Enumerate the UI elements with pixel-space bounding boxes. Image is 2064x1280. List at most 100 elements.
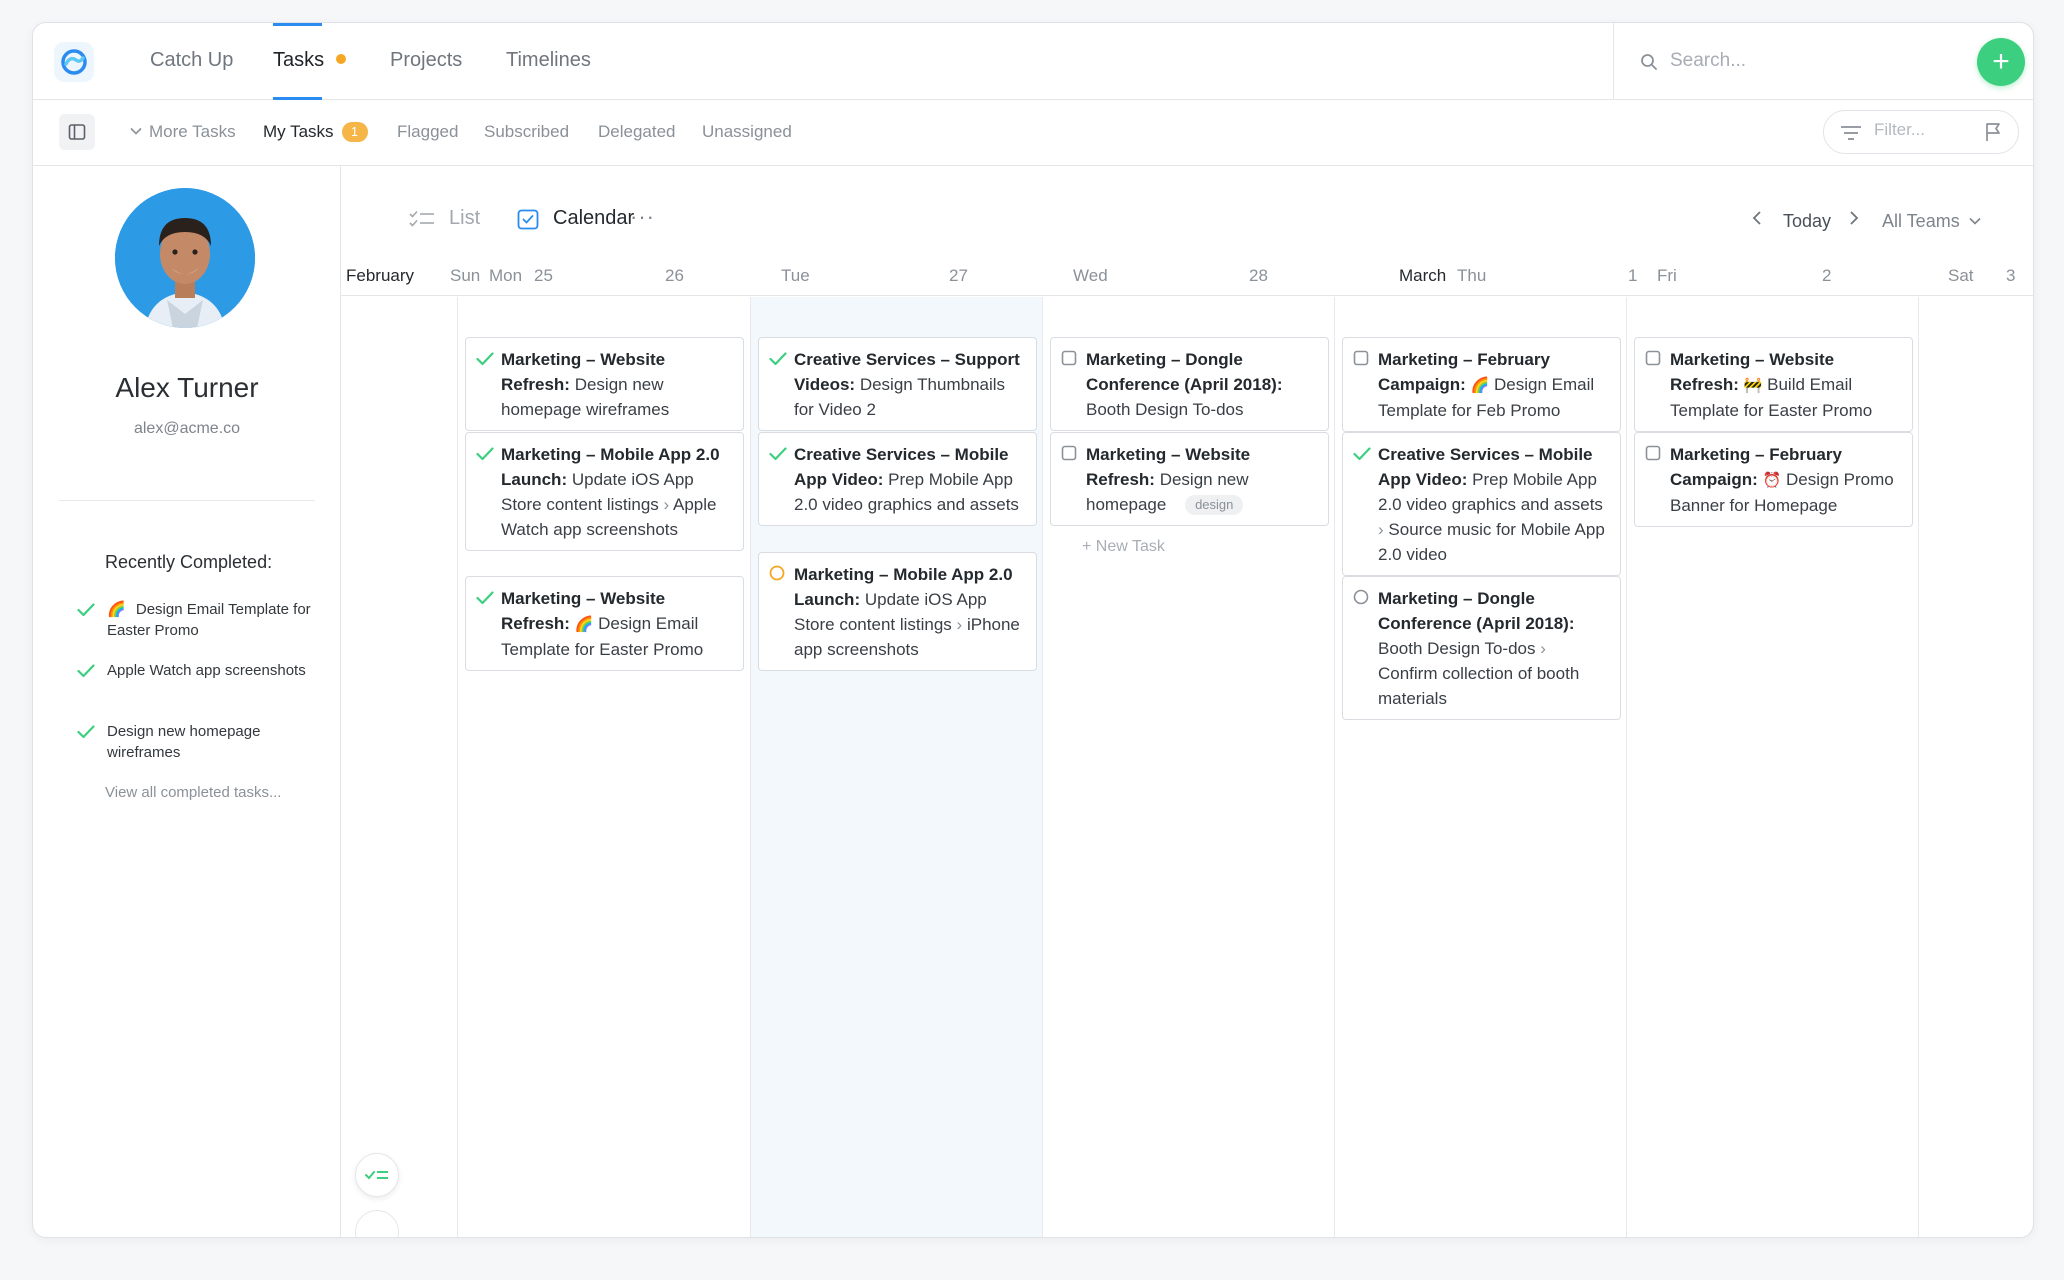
my-tasks-label: My Tasks <box>263 122 334 141</box>
plus-icon: + <box>1992 45 2010 78</box>
avatar[interactable] <box>115 188 255 328</box>
filter-unassigned[interactable]: Unassigned <box>702 122 792 142</box>
checkmark-icon[interactable] <box>476 447 494 461</box>
more-tasks-dropdown[interactable]: More Tasks <box>129 122 236 142</box>
task-card[interactable]: Marketing – February Campaign: 🌈 Design … <box>1342 337 1621 432</box>
tab-timelines[interactable]: Timelines <box>506 49 591 100</box>
task-title: Booth Design To-dos <box>1086 400 1244 419</box>
checkbox-icon[interactable] <box>1645 445 1661 461</box>
app-logo[interactable] <box>54 42 94 82</box>
checkmark-icon <box>77 603 95 617</box>
day-column-sat[interactable] <box>1919 297 2033 1237</box>
all-teams-dropdown[interactable]: All Teams <box>1882 211 1982 232</box>
chevron-right-icon: › <box>1378 520 1384 539</box>
task-card[interactable]: Marketing – February Campaign: ⏰ Design … <box>1634 432 1913 527</box>
task-filter-bar: More Tasks My Tasks 1 Flagged Subscribed … <box>33 100 2033 166</box>
chevron-right-icon: › <box>1540 639 1546 658</box>
checkbox-icon[interactable] <box>1061 445 1077 461</box>
tab-catch-up[interactable]: Catch Up <box>150 49 233 100</box>
calendar-check-icon <box>517 209 539 229</box>
construction-emoji: 🚧 <box>1743 377 1763 394</box>
profile-sidebar: Alex Turner alex@acme.co Recently Comple… <box>33 166 341 1237</box>
rainbow-emoji: 🌈 <box>1470 377 1490 394</box>
my-tasks-count-badge: 1 <box>341 122 368 142</box>
month-label: February <box>346 266 415 285</box>
sidebar-toggle-button[interactable] <box>59 114 95 150</box>
view-all-completed-link[interactable]: View all completed tasks... <box>105 784 281 801</box>
task-card[interactable]: Creative Services – Mobile App Video: Pr… <box>1342 432 1621 576</box>
filter-subscribed[interactable]: Subscribed <box>484 122 569 142</box>
task-card[interactable]: Marketing – Website Refresh: Design new … <box>465 337 744 431</box>
new-task-link[interactable]: + New Task <box>1082 538 1165 556</box>
show-completed-button[interactable] <box>355 1153 399 1197</box>
more-options-icon[interactable]: ··· <box>630 204 655 230</box>
task-card[interactable]: Creative Services – Mobile App Video: Pr… <box>758 432 1037 526</box>
date-label: 28 <box>1249 266 1268 285</box>
checkbox-icon[interactable] <box>1645 350 1661 366</box>
recent-completed-item[interactable]: 🌈 Design Email Template for Easter Promo <box>77 599 317 641</box>
swirl-logo-icon <box>61 49 87 75</box>
search-icon <box>1641 54 1657 70</box>
app-window: Catch Up Tasks Projects Timelines + More… <box>32 22 2034 1238</box>
task-card[interactable]: Marketing – Website Refresh: 🌈 Design Em… <box>465 576 744 671</box>
date-label: 25 <box>534 266 553 285</box>
task-card[interactable]: Marketing – Website Refresh: 🚧 Build Ema… <box>1634 337 1913 432</box>
filter-flagged[interactable]: Flagged <box>397 122 458 142</box>
checkmark-icon[interactable] <box>769 352 787 366</box>
recent-item-text: Apple Watch app screenshots <box>107 662 306 679</box>
filter-input[interactable] <box>1874 120 1974 140</box>
checkmark-icon[interactable] <box>476 352 494 366</box>
calendar-header: February Sun Mon 25 26 Tue 27 Wed 28 Mar… <box>341 266 2033 296</box>
add-button[interactable]: + <box>1977 38 2025 86</box>
tab-projects[interactable]: Projects <box>390 49 462 100</box>
weekday-label: Wed <box>1073 266 1108 285</box>
task-card[interactable]: Marketing – Dongle Conference (April 201… <box>1050 337 1329 431</box>
chevron-left-icon[interactable] <box>1751 210 1763 226</box>
task-title: Booth Design To-dos <box>1378 639 1536 658</box>
alarm-clock-emoji: ⏰ <box>1762 472 1782 489</box>
checkbox-icon[interactable] <box>1061 350 1077 366</box>
date-label: 3 <box>2006 266 2016 285</box>
subtask-title: Confirm collection of booth materials <box>1378 664 1580 708</box>
today-button[interactable]: Today <box>1783 211 1831 232</box>
checkmark-icon[interactable] <box>1353 447 1371 461</box>
date-label: 26 <box>665 266 684 285</box>
search-input[interactable] <box>1670 45 1930 77</box>
recent-item-text: Design new homepage wireframes <box>107 723 261 761</box>
month-label: March <box>1399 266 1447 285</box>
chevron-down-icon <box>1969 217 1981 225</box>
flag-icon[interactable] <box>1984 122 2002 142</box>
task-tag[interactable]: design <box>1185 495 1244 515</box>
task-card[interactable]: Marketing – Mobile App 2.0 Launch: Updat… <box>758 552 1037 671</box>
weekday-label: Thu <box>1457 266 1487 285</box>
date-label: 2 <box>1822 266 1832 285</box>
task-card[interactable]: Marketing – Dongle Conference (April 201… <box>1342 576 1621 720</box>
task-card[interactable]: Marketing – Website Refresh: Design new … <box>1050 432 1329 526</box>
in-progress-circle-icon[interactable] <box>769 565 785 581</box>
recently-completed-heading: Recently Completed: <box>105 552 273 572</box>
checkbox-icon[interactable] <box>1353 350 1369 366</box>
calendar-view-tab[interactable]: Calendar <box>517 207 634 230</box>
chevron-right-icon: › <box>956 615 963 634</box>
filter-my-tasks[interactable]: My Tasks 1 <box>263 122 368 142</box>
recent-item-text: Design Email Template for Easter Promo <box>107 601 311 639</box>
tab-tasks[interactable]: Tasks <box>273 23 347 100</box>
recent-completed-item[interactable]: Design new homepage wireframes <box>77 721 317 763</box>
day-column-sun[interactable] <box>341 297 458 1237</box>
calendar-view-label: Calendar <box>553 207 635 229</box>
task-project: Marketing – Dongle Conference (April 201… <box>1086 350 1283 394</box>
checkmark-icon[interactable] <box>476 591 494 605</box>
user-name: Alex Turner <box>115 372 259 403</box>
task-card[interactable]: Creative Services – Support Videos: Desi… <box>758 337 1037 431</box>
filter-delegated[interactable]: Delegated <box>598 122 676 142</box>
calendar-view: List Calendar ··· Today All Teams Februa… <box>341 166 2033 1237</box>
recent-completed-item[interactable]: Apple Watch app screenshots <box>77 660 317 681</box>
weekday-label: Sun <box>450 266 481 285</box>
checkmark-icon[interactable] <box>769 447 787 461</box>
chevron-right-icon[interactable] <box>1848 210 1860 226</box>
filter-lines-icon <box>1841 126 1861 140</box>
empty-circle-icon[interactable] <box>1353 589 1369 605</box>
list-view-tab[interactable]: List <box>409 207 480 230</box>
tab-tasks-label: Tasks <box>273 49 325 71</box>
task-card[interactable]: Marketing – Mobile App 2.0 Launch: Updat… <box>465 432 744 551</box>
